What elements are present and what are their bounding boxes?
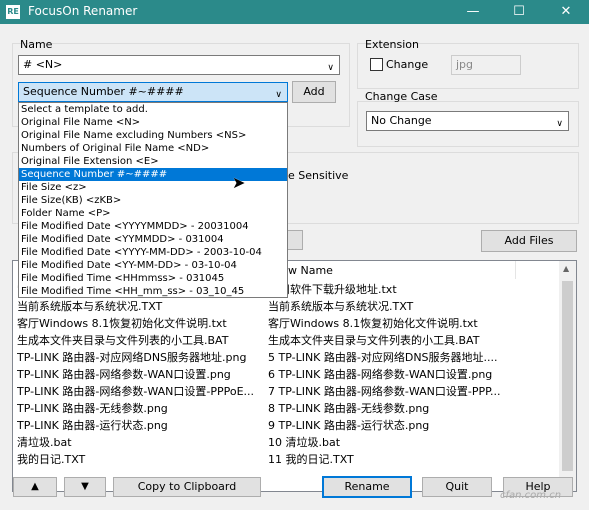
original-name-cell[interactable]: TP-LINK 路由器-网络参数-WAN口设置-PPPoE...: [17, 383, 269, 400]
quit-button[interactable]: Quit: [422, 477, 492, 497]
name-group-label: Name: [20, 38, 53, 51]
extension-group-label: Extension: [365, 38, 420, 51]
template-option[interactable]: File Modified Date <YYYYMMDD> - 20031004: [19, 220, 287, 233]
case-sensitive-label: e Sensitive: [288, 169, 349, 182]
new-name-cell[interactable]: 10 清垃圾.bat: [268, 434, 556, 451]
template-option[interactable]: Original File Name <N>: [19, 116, 287, 129]
template-option[interactable]: File Modified Date <YYYY-MM-DD> - 2003-1…: [19, 246, 287, 259]
move-down-button[interactable]: ▼: [64, 477, 106, 497]
name-pattern-value: # <N>: [23, 58, 63, 71]
minimize-button[interactable]: —: [450, 0, 496, 24]
name-pattern-input[interactable]: # <N> ∨: [18, 55, 340, 75]
template-option[interactable]: Numbers of Original File Name <ND>: [19, 142, 287, 155]
scrollbar-thumb[interactable]: [562, 281, 573, 471]
chevron-down-icon[interactable]: ∨: [275, 86, 282, 101]
new-name-cell[interactable]: 7 TP-LINK 路由器-网络参数-WAN口设置-PPP...: [268, 383, 556, 400]
column-divider: [515, 261, 516, 279]
original-name-cell[interactable]: 客厅Windows 8.1恢复初始化文件说明.txt: [17, 315, 269, 332]
rename-button[interactable]: Rename: [322, 476, 412, 498]
original-name-cell[interactable]: TP-LINK 路由器-网络参数-WAN口设置.png: [17, 366, 269, 383]
column-header-new-name[interactable]: w Name: [288, 264, 333, 277]
template-option[interactable]: File Modified Date <YYMMDD> - 031004: [19, 233, 287, 246]
template-select-value: Sequence Number #~####: [23, 85, 184, 98]
template-option[interactable]: Select a template to add.: [19, 103, 287, 116]
vertical-scrollbar[interactable]: ▲: [559, 261, 576, 491]
template-select[interactable]: Sequence Number #~#### ∨: [18, 82, 288, 102]
change-case-label: Change Case: [365, 90, 438, 103]
title-bar[interactable]: RE FocusOn Renamer — ☐ ✕: [0, 0, 589, 24]
main-window: Name # <N> ∨ Sequence Number #~#### ∨ Ad…: [0, 24, 589, 510]
original-name-cell[interactable]: TP-LINK 路由器-对应网络DNS服务器地址.png: [17, 349, 269, 366]
chevron-down-icon[interactable]: ∨: [327, 59, 334, 74]
new-name-cell[interactable]: 客厅Windows 8.1恢复初始化文件说明.txt: [268, 315, 556, 332]
original-name-cell[interactable]: TP-LINK 路由器-无线参数.png: [17, 400, 269, 417]
template-option[interactable]: File Modified Date <YY-MM-DD> - 03-10-04: [19, 259, 287, 272]
add-files-button[interactable]: Add Files: [481, 230, 577, 252]
new-name-cell[interactable]: 11 我的日记.TXT: [268, 451, 556, 468]
watermark: cfan.com.cn: [500, 490, 562, 501]
extension-input[interactable]: jpg: [451, 55, 521, 75]
mouse-cursor-icon: ➤: [232, 173, 246, 192]
change-extension-checkbox[interactable]: [370, 58, 383, 71]
original-name-cell[interactable]: 我的日记.TXT: [17, 451, 269, 468]
template-dropdown-list[interactable]: Select a template to add. Original File N…: [18, 102, 288, 298]
new-name-cell[interactable]: 6 TP-LINK 路由器-网络参数-WAN口设置.png: [268, 366, 556, 383]
new-name-cell[interactable]: 当前系统版本与系统状况.TXT: [268, 298, 556, 315]
template-option[interactable]: Folder Name <P>: [19, 207, 287, 220]
new-name-cell[interactable]: 5 TP-LINK 路由器-对应网络DNS服务器地址....: [268, 349, 556, 366]
template-option[interactable]: Sequence Number #~####: [19, 168, 287, 181]
template-option[interactable]: Original File Name excluding Numbers <NS…: [19, 129, 287, 142]
close-button[interactable]: ✕: [543, 0, 589, 24]
add-button[interactable]: Add: [292, 81, 336, 103]
window-title: FocusOn Renamer: [28, 4, 138, 18]
template-option[interactable]: File Modified Time <HH_mm_ss> - 03_10_45: [19, 285, 287, 298]
new-name-cell[interactable]: 生成本文件夹目录与文件列表的小工具.BAT: [268, 332, 556, 349]
move-up-button[interactable]: ▲: [13, 477, 57, 497]
chevron-down-icon[interactable]: ∨: [556, 115, 563, 130]
new-name-cell[interactable]: 8 TP-LINK 路由器-无线参数.png: [268, 400, 556, 417]
copy-to-clipboard-button[interactable]: Copy to Clipboard: [113, 477, 261, 497]
new-name-cell[interactable]: 9 TP-LINK 路由器-运行状态.png: [268, 417, 556, 434]
maximize-button[interactable]: ☐: [496, 0, 542, 24]
original-name-cell[interactable]: 当前系统版本与系统状况.TXT: [17, 298, 269, 315]
new-name-cell[interactable]: 常用软件下载升级地址.txt: [268, 281, 556, 298]
template-option[interactable]: File Modified Time <HHmmss> - 031045: [19, 272, 287, 285]
template-option[interactable]: File Size(KB) <zKB>: [19, 194, 287, 207]
original-name-cell[interactable]: 清垃圾.bat: [17, 434, 269, 451]
change-case-select[interactable]: No Change ∨: [366, 111, 569, 131]
scroll-up-icon[interactable]: ▲: [563, 264, 569, 273]
original-name-cell[interactable]: 生成本文件夹目录与文件列表的小工具.BAT: [17, 332, 269, 349]
template-option[interactable]: File Size <z>: [19, 181, 287, 194]
app-logo-icon: RE: [6, 5, 20, 19]
change-extension-label: Change: [386, 58, 429, 71]
template-option[interactable]: Original File Extension <E>: [19, 155, 287, 168]
change-case-value: No Change: [371, 114, 432, 127]
original-name-cell[interactable]: TP-LINK 路由器-运行状态.png: [17, 417, 269, 434]
